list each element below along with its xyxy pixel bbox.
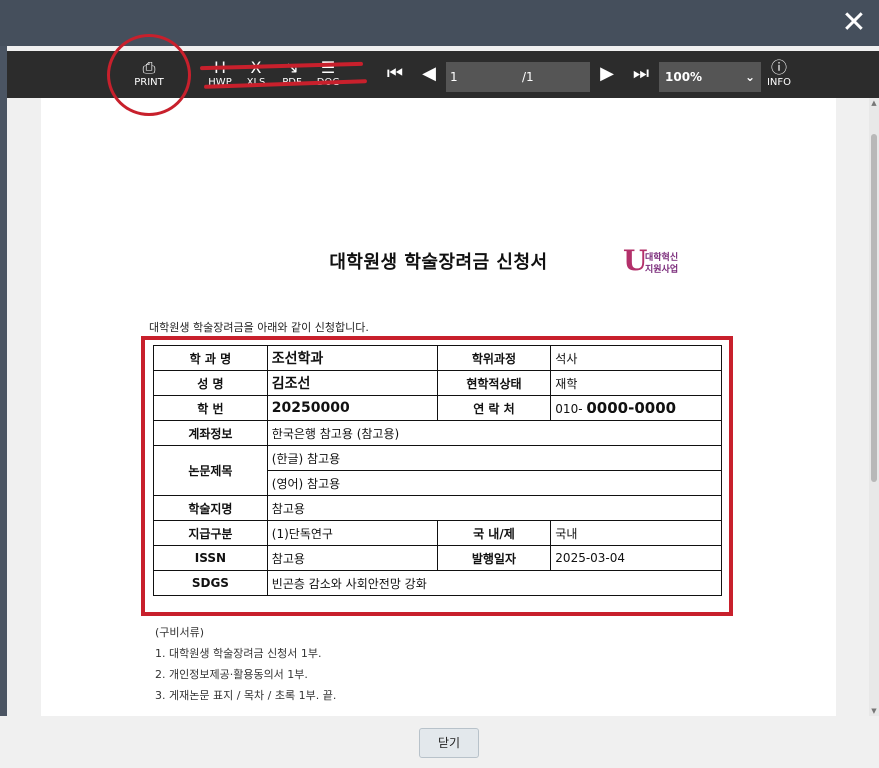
scroll-thumb[interactable]: [871, 134, 877, 482]
contact-value: 0000-0000: [586, 399, 677, 417]
info-label: INFO: [766, 77, 792, 88]
dept-value: 조선학과: [266, 345, 438, 371]
table-row: 지급구분 (1)단독연구 국 내/제 국내: [153, 520, 722, 546]
logo-line2: 지원사업: [645, 265, 679, 275]
list-item: 3. 게재논문 표지 / 목차 / 초록 1부. 끝.: [155, 689, 337, 702]
sdgs-value: 빈곤층 감소와 사회안전망 강화: [266, 570, 723, 596]
issn-label: ISSN: [153, 545, 268, 571]
scroll-down-icon[interactable]: ▼: [870, 706, 878, 716]
status-label: 현학적상태: [436, 370, 552, 396]
last-page-icon[interactable]: ⏭: [631, 64, 651, 84]
type-value: (1)단독연구: [266, 520, 438, 546]
page-number-input[interactable]: [446, 62, 516, 92]
document-page: 대학원생 학술장려금 신청서 U 대학혁신 지원사업 대학원생 학술장려금을 아…: [41, 98, 836, 716]
table-row: 학 과 명 조선학과 학위과정 석사: [153, 345, 722, 371]
close-icon[interactable]: ✕: [837, 6, 871, 40]
thesis-ko-value: (한글) 참고용: [266, 445, 723, 471]
logo-mark: U: [623, 244, 648, 277]
table-row: 성 명 김조선 현학적상태 재학: [153, 370, 722, 396]
table-row: 학술지명 참고용: [153, 495, 723, 521]
status-value: 재학: [550, 370, 722, 396]
modal-footer: 닫기: [0, 716, 879, 768]
chevron-down-icon: ⌄: [744, 70, 755, 84]
type-label: 지급구분: [153, 520, 268, 546]
issn-value: 참고용: [266, 545, 438, 571]
id-value: 20250000: [266, 395, 438, 421]
report-viewer: ⎙ PRINT H HWP X XLS ↘ PDF ☰ DOC ⏮ ◀ /1 ▶…: [7, 46, 879, 716]
docs-header: (구비서류): [155, 626, 205, 639]
vertical-scrollbar[interactable]: ▲ ▼: [869, 98, 879, 716]
list-item: 2. 개인정보제공·활용동의서 1부.: [155, 668, 308, 681]
degree-value: 석사: [550, 345, 722, 371]
next-page-icon[interactable]: ▶: [597, 64, 617, 84]
country-label: 국 내/제: [436, 520, 552, 546]
dept-label: 학 과 명: [153, 345, 268, 371]
document-title: 대학원생 학술장려금 신청서: [329, 252, 548, 273]
date-value: 2025-03-04: [550, 545, 722, 571]
prev-page-icon[interactable]: ◀: [419, 64, 439, 84]
account-value: 한국은행 참고용 (참고용): [266, 420, 723, 446]
table-row: 논문제목 (한글) 참고용: [153, 445, 723, 496]
date-label: 발행일자: [436, 545, 552, 571]
application-form-table: 학 과 명 조선학과 학위과정 석사 성 명 김조선 현학적상태 재학 학 번 …: [153, 345, 723, 596]
info-icon: ⓘ: [770, 58, 787, 77]
contact-label: 연 락 처: [436, 395, 552, 421]
table-row: 계좌정보 한국은행 참고용 (참고용): [153, 420, 723, 446]
scroll-up-icon[interactable]: ▲: [870, 98, 878, 108]
journal-value: 참고용: [266, 495, 723, 521]
info-button[interactable]: ⓘ INFO: [763, 58, 795, 89]
sdgs-label: SDGS: [153, 570, 268, 596]
thesis-label: 논문제목: [153, 445, 268, 496]
university-logo: U 대학혁신 지원사업: [623, 244, 695, 278]
close-button[interactable]: 닫기: [419, 728, 479, 758]
table-row: 학 번 20250000 연 락 처 010- 0000-0000: [153, 395, 722, 421]
zoom-value: 100%: [665, 70, 703, 84]
zoom-select[interactable]: 100% ⌄: [659, 62, 761, 92]
id-label: 학 번: [153, 395, 268, 421]
page-area: 대학원생 학술장려금 신청서 U 대학혁신 지원사업 대학원생 학술장려금을 아…: [7, 98, 869, 716]
name-label: 성 명: [153, 370, 268, 396]
intro-text: 대학원생 학술장려금을 아래와 같이 신청합니다.: [149, 321, 369, 334]
required-documents: (구비서류) 1. 대학원생 학술장려금 신청서 1부. 2. 개인정보제공·활…: [155, 622, 336, 706]
table-row: SDGS 빈곤층 감소와 사회안전망 강화: [153, 570, 723, 596]
contact-prefix: 010-: [555, 402, 583, 416]
account-label: 계좌정보: [153, 420, 268, 446]
country-value: 국내: [550, 520, 722, 546]
list-item: 1. 대학원생 학술장려금 신청서 1부.: [155, 647, 322, 660]
degree-label: 학위과정: [436, 345, 552, 371]
print-highlight-circle: [107, 34, 191, 116]
thesis-en-value: (영어) 참고용: [266, 470, 723, 496]
first-page-icon[interactable]: ⏮: [385, 64, 405, 84]
page-total: /1: [516, 62, 590, 92]
table-row: ISSN 참고용 발행일자 2025-03-04: [153, 545, 722, 571]
contact-cell: 010- 0000-0000: [550, 395, 722, 421]
journal-label: 학술지명: [153, 495, 268, 521]
name-value: 김조선: [266, 370, 438, 396]
